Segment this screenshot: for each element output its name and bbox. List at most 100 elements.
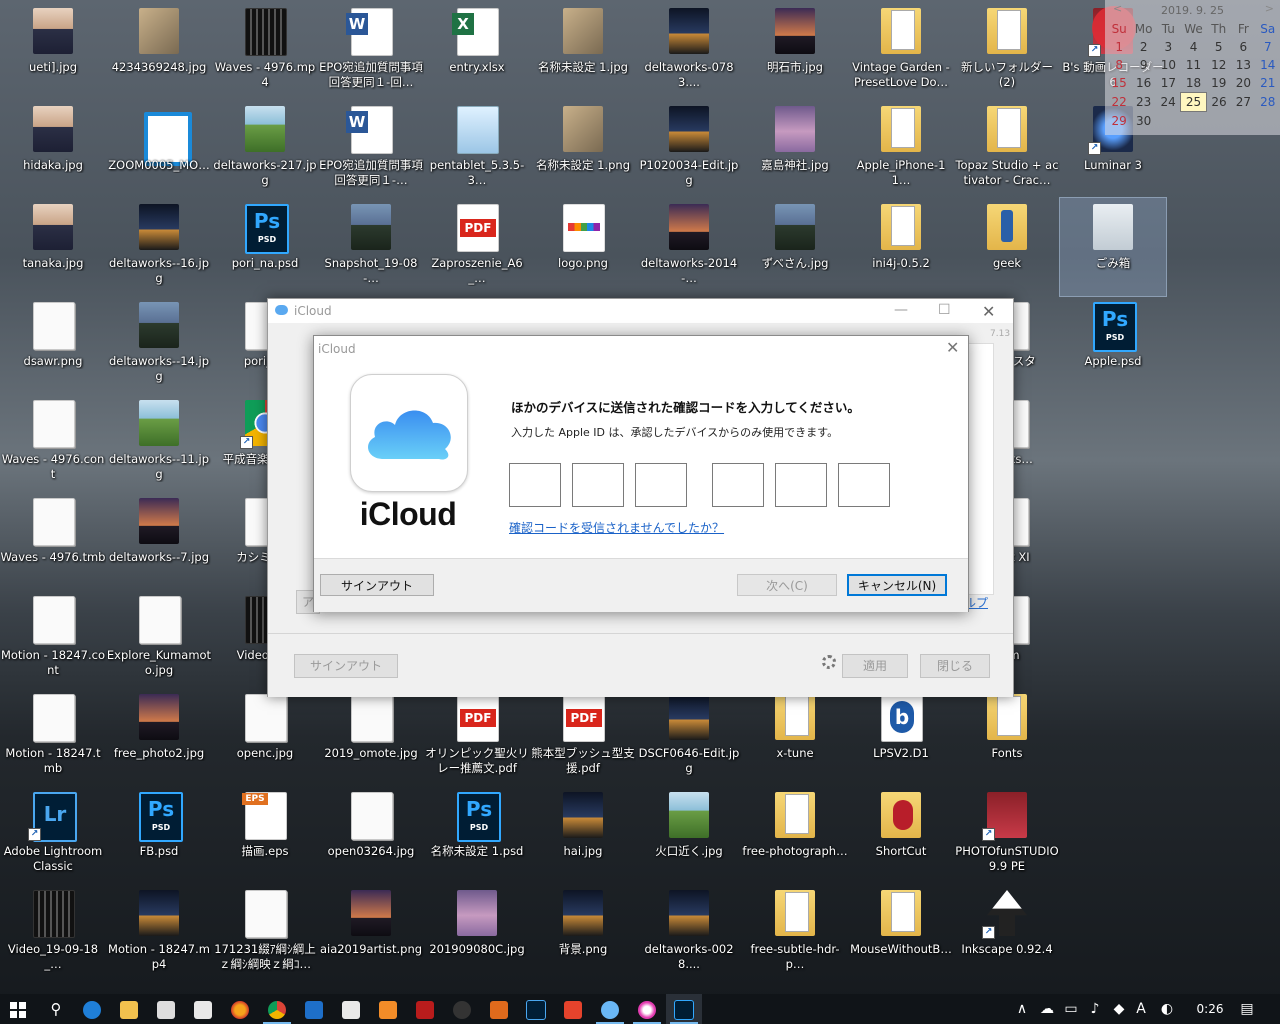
calendar-day[interactable]: 26 bbox=[1206, 93, 1231, 112]
volume-icon[interactable]: ♪ bbox=[1084, 994, 1106, 1024]
desktop-icon[interactable]: deltaworks--11.jpg bbox=[106, 394, 212, 492]
minimize-icon[interactable]: — bbox=[894, 302, 908, 318]
desktop-icon[interactable]: Adobe Lightroom Classic bbox=[0, 786, 106, 884]
calendar-day[interactable]: 10 bbox=[1156, 56, 1181, 74]
next-button[interactable]: 次へ(C) bbox=[737, 574, 837, 596]
desktop-icon[interactable]: free-photograph… bbox=[742, 786, 848, 884]
desktop-icon[interactable]: Motion - 18247.cont bbox=[0, 590, 106, 688]
desktop-icon[interactable]: Motion - 18247.mp4 bbox=[106, 884, 212, 982]
desktop-icon[interactable]: deltaworks-217.jpg bbox=[212, 100, 318, 198]
calendar-day[interactable]: 14 bbox=[1256, 56, 1280, 74]
desktop-icon[interactable]: free_photo2.jpg bbox=[106, 688, 212, 786]
taskbar-chrome[interactable] bbox=[259, 994, 295, 1024]
taskbar-store[interactable] bbox=[148, 994, 184, 1024]
calendar-day[interactable]: 2 bbox=[1131, 38, 1156, 56]
desktop-icon[interactable]: ShortCut bbox=[848, 786, 954, 884]
calendar-day[interactable]: 25 bbox=[1180, 92, 1207, 112]
desktop-icon[interactable]: オリンピック聖火リレー推薦文.pdf bbox=[424, 688, 530, 786]
calendar-day[interactable]: 3 bbox=[1156, 38, 1181, 56]
desktop-icon[interactable]: EPO宛追加質問事項回答更同１-回… bbox=[318, 2, 424, 100]
taskbar-filezilla[interactable] bbox=[407, 994, 443, 1024]
taskbar-itunes[interactable] bbox=[629, 994, 665, 1024]
calendar-day[interactable]: 30 bbox=[1131, 112, 1156, 131]
network-icon[interactable]: ▭ bbox=[1060, 994, 1082, 1024]
desktop-icon[interactable]: tanaka.jpg bbox=[0, 198, 106, 296]
taskbar-edge[interactable] bbox=[74, 994, 110, 1024]
ime-indicator[interactable]: A bbox=[1130, 994, 1152, 1024]
desktop-icon[interactable]: deltaworks--14.jpg bbox=[106, 296, 212, 394]
calendar-day[interactable]: 9 bbox=[1131, 56, 1156, 74]
onedrive-icon[interactable]: ☁ bbox=[1036, 994, 1058, 1024]
dropbox-icon[interactable]: ◆ bbox=[1108, 994, 1130, 1024]
desktop-icon[interactable]: deltaworks-2014-… bbox=[636, 198, 742, 296]
desktop-icon[interactable]: 171231綴ｱ綱ｼ綱上ｚ綱ｼ綱映ｚ綱ｺ… bbox=[212, 884, 318, 982]
calendar-day[interactable]: 11 bbox=[1181, 56, 1207, 74]
desktop-icon[interactable]: logo.png bbox=[530, 198, 636, 296]
desktop-icon[interactable]: 201909080C.jpg bbox=[424, 884, 530, 982]
close-icon[interactable]: ✕ bbox=[982, 302, 995, 321]
calendar-day[interactable]: 29 bbox=[1107, 112, 1131, 131]
close-button[interactable]: 閉じる bbox=[920, 654, 990, 678]
taskbar-icloud[interactable] bbox=[592, 994, 628, 1024]
desktop-icon[interactable]: Snapshot_19-08-… bbox=[318, 198, 424, 296]
desktop-icon[interactable]: pentablet_5.3.5-3… bbox=[424, 100, 530, 198]
taskbar-mail[interactable] bbox=[185, 994, 221, 1024]
desktop-icon[interactable]: 2019_omote.jpg bbox=[318, 688, 424, 786]
desktop-icon[interactable]: Explore_Kumamoto.jpg bbox=[106, 590, 212, 688]
taskbar-brave[interactable] bbox=[555, 994, 591, 1024]
desktop-icon[interactable]: Waves - 4976.tmb bbox=[0, 492, 106, 590]
desktop-icon[interactable]: EPO宛追加質問事項回答更同１-… bbox=[318, 100, 424, 198]
desktop-icon[interactable]: Waves - 4976.mp4 bbox=[212, 2, 318, 100]
desktop-icon[interactable]: hai.jpg bbox=[530, 786, 636, 884]
taskbar-firefox[interactable] bbox=[222, 994, 258, 1024]
desktop-icon[interactable]: hidaka.jpg bbox=[0, 100, 106, 198]
desktop-icon[interactable]: ごみ箱 bbox=[1059, 197, 1167, 297]
desktop-icon[interactable]: Video_19-09-18_… bbox=[0, 884, 106, 982]
desktop-icon[interactable]: deltaworks-0028.... bbox=[636, 884, 742, 982]
desktop-icon[interactable]: Topaz Studio + activator - Crac… bbox=[954, 100, 1060, 198]
desktop-icon[interactable]: LPSV2.D1 bbox=[848, 688, 954, 786]
desktop-icon[interactable]: entry.xlsx bbox=[424, 2, 530, 100]
desktop-icon[interactable]: Apple.psd bbox=[1060, 296, 1166, 394]
desktop-icon[interactable]: openc.jpg bbox=[212, 688, 318, 786]
desktop-icon[interactable]: deltaworks-0783.... bbox=[636, 2, 742, 100]
desktop-icon[interactable]: 4234369248.jpg bbox=[106, 2, 212, 100]
calendar-day[interactable]: 28 bbox=[1256, 93, 1280, 112]
code-digit-3[interactable] bbox=[635, 463, 687, 507]
calendar-day[interactable]: 13 bbox=[1231, 56, 1255, 74]
dialog-close-icon[interactable]: ✕ bbox=[946, 338, 959, 357]
calendar-day[interactable]: 1 bbox=[1107, 38, 1131, 56]
desktop-icon[interactable]: FB.psd bbox=[106, 786, 212, 884]
code-digit-1[interactable] bbox=[509, 463, 561, 507]
cancel-button[interactable]: キャンセル(N) bbox=[847, 574, 947, 596]
desktop-icon[interactable]: ini4j-0.5.2 bbox=[848, 198, 954, 296]
search-button[interactable]: ⚲ bbox=[38, 994, 74, 1024]
desktop-icon[interactable]: 背景.png bbox=[530, 884, 636, 982]
desktop-icon[interactable]: ずべさん.jpg bbox=[742, 198, 848, 296]
desktop-icon[interactable]: 明石市.jpg bbox=[742, 2, 848, 100]
resend-code-link[interactable]: 確認コードを受信されませんでしたか？ bbox=[509, 519, 724, 536]
desktop-icon[interactable]: 描画.eps bbox=[212, 786, 318, 884]
calendar-day[interactable]: 17 bbox=[1156, 74, 1181, 93]
calendar-day[interactable]: 6 bbox=[1231, 38, 1255, 56]
desktop-icon[interactable]: 新しいフォルダー (2) bbox=[954, 2, 1060, 100]
taskbar-xmind[interactable] bbox=[481, 994, 517, 1024]
window-titlebar[interactable]: iCloud — ☐ ✕ bbox=[268, 299, 1013, 323]
desktop-icon[interactable]: deltaworks--7.jpg bbox=[106, 492, 212, 590]
desktop-icon[interactable]: Zaproszenie_A6_… bbox=[424, 198, 530, 296]
desktop-icon[interactable]: Inkscape 0.92.4 bbox=[954, 884, 1060, 982]
desktop-icon[interactable]: free-subtle-hdr-p… bbox=[742, 884, 848, 982]
calendar-day[interactable]: 27 bbox=[1231, 93, 1255, 112]
desktop-icon[interactable]: ueti].jpg bbox=[0, 2, 106, 100]
taskbar-sublime[interactable] bbox=[370, 994, 406, 1024]
desktop-icon[interactable]: Waves - 4976.cont bbox=[0, 394, 106, 492]
taskbar-notes[interactable] bbox=[333, 994, 369, 1024]
calendar-day[interactable]: 15 bbox=[1107, 74, 1131, 93]
calendar-day[interactable]: 24 bbox=[1156, 93, 1181, 112]
calendar-day[interactable]: 18 bbox=[1181, 74, 1207, 93]
desktop-icon[interactable]: 火口近く.jpg bbox=[636, 786, 742, 884]
tray-chevron-up-icon[interactable]: ∧ bbox=[1012, 994, 1032, 1024]
desktop-icon[interactable]: Fonts bbox=[954, 688, 1060, 786]
code-digit-2[interactable] bbox=[572, 463, 624, 507]
notification-icon[interactable]: ▤ bbox=[1236, 994, 1258, 1024]
